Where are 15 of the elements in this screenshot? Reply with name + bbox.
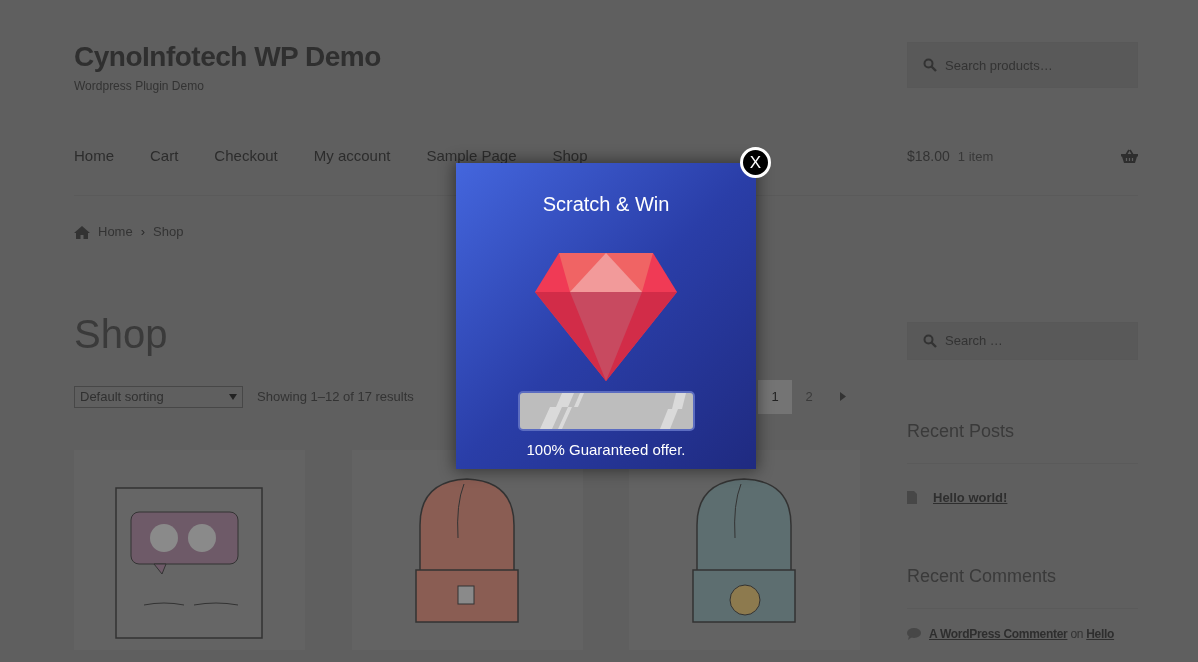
popup-title: Scratch & Win (541, 192, 671, 217)
close-button[interactable]: X (740, 147, 771, 178)
diamond-icon (535, 253, 677, 381)
speech-bubble-icon (907, 628, 921, 641)
basket-icon[interactable] (1121, 148, 1138, 164)
offer-text: 100% Guaranteed offer. (525, 440, 687, 460)
next-icon (840, 392, 846, 402)
page-link[interactable]: 1 (758, 379, 792, 414)
scratch-area[interactable] (517, 391, 695, 431)
dropdown-arrow-icon (229, 393, 237, 400)
breadcrumb-separator: › (140, 223, 146, 242)
search-icon (923, 58, 937, 72)
home-icon (74, 225, 90, 239)
document-icon (907, 491, 917, 505)
search-icon (923, 333, 937, 348)
